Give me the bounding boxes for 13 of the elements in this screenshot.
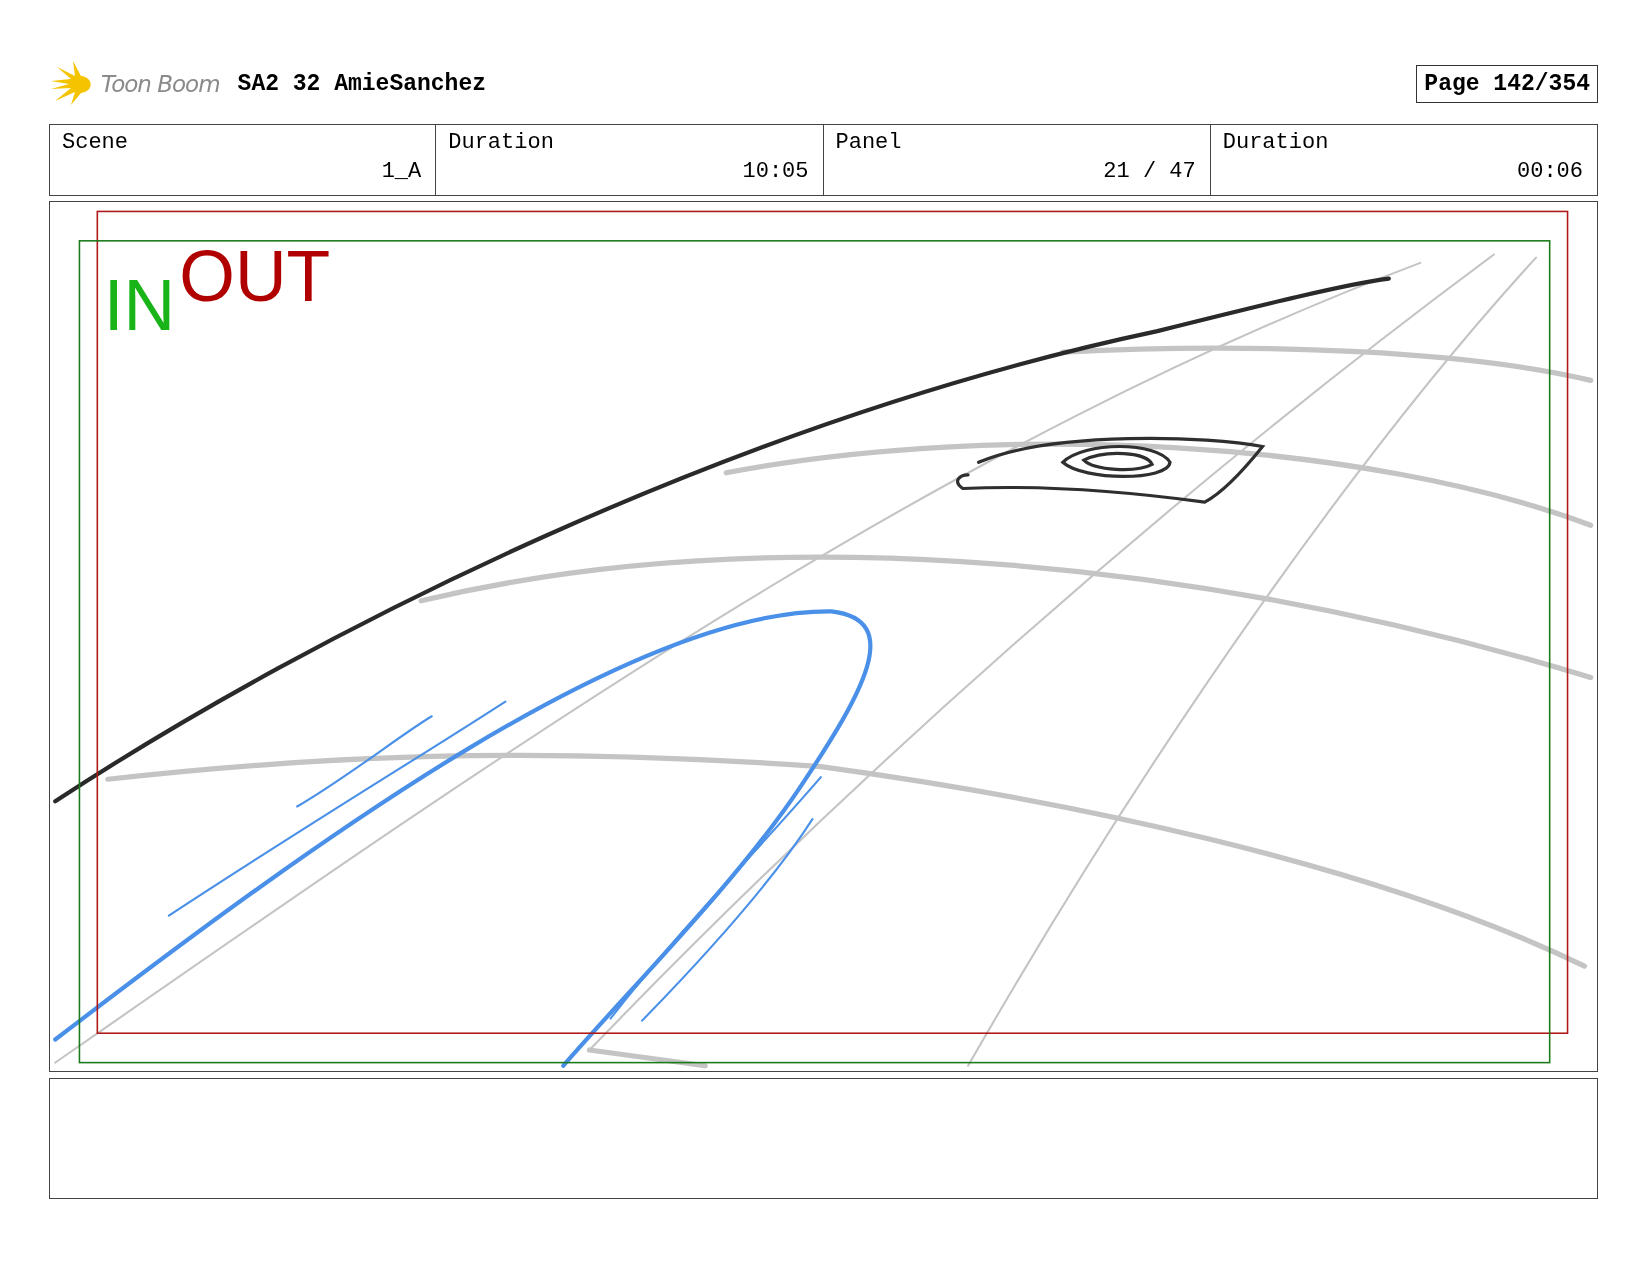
- field-label: Duration: [1222, 130, 1330, 155]
- field-value: 1_A: [381, 159, 422, 184]
- field-label: Duration: [448, 130, 555, 155]
- page-number: Page 142/354: [1416, 65, 1598, 103]
- field-label: Panel: [835, 130, 903, 155]
- field-value: 00:06: [1517, 159, 1583, 184]
- logo-wordmark: Toon Boom: [101, 71, 220, 97]
- field-value: 10:05: [742, 159, 809, 184]
- in-label: IN: [103, 265, 176, 346]
- field-value: 21 / 47: [1103, 159, 1196, 184]
- field-label: Scene: [62, 130, 129, 155]
- out-label: OUT: [179, 235, 331, 316]
- project-title: SA2 32 AmieSanchez: [237, 71, 487, 97]
